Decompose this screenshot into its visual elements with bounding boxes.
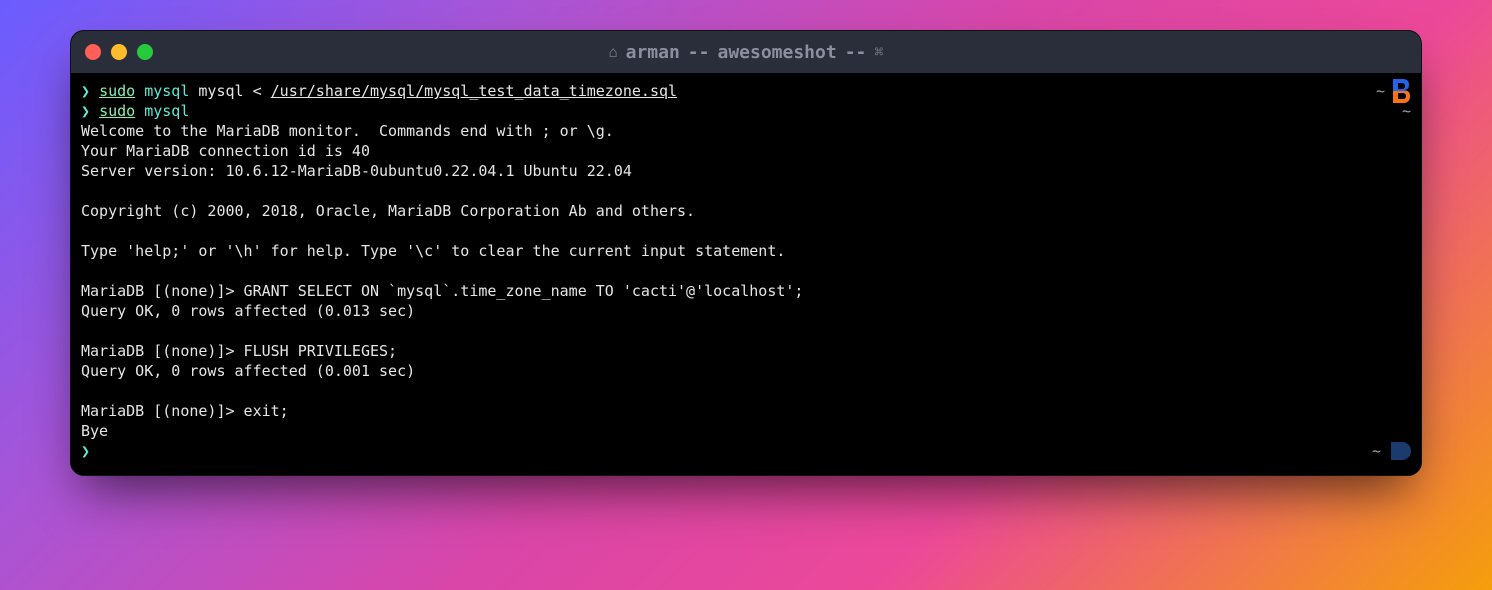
gutter-tilde: ~ (1372, 441, 1381, 461)
title-app: awesomeshot (717, 42, 836, 63)
maximize-button[interactable] (137, 44, 153, 60)
status-icon (1391, 442, 1411, 460)
blank-line (81, 221, 1411, 241)
window-title: ⌂ arman -- awesomeshot -- ⌘ (71, 42, 1421, 63)
traffic-lights (85, 44, 153, 60)
output-line: Query OK, 0 rows affected (0.013 sec) (81, 301, 1411, 321)
mysql-cmd: mysql (144, 102, 189, 120)
bottom-gutter: ~ (1372, 441, 1411, 461)
output-line: Type 'help;' or '\h' for help. Type '\c'… (81, 241, 1411, 261)
output-line: MariaDB [(none)]> GRANT SELECT ON `mysql… (81, 281, 1411, 301)
command-line: ❯ sudo mysql (81, 101, 1411, 121)
redirect: < (253, 82, 262, 100)
minimize-button[interactable] (111, 44, 127, 60)
prompt-line[interactable]: ❯ (81, 441, 1411, 461)
terminal-window: ⌂ arman -- awesomeshot -- ⌘ ~ ~ ❯ sudo m… (70, 30, 1422, 476)
gutter-tilde: ~ (1376, 81, 1385, 101)
prompt-caret: ❯ (81, 82, 90, 100)
blank-line (81, 321, 1411, 341)
output-line: Server version: 10.6.12-MariaDB-0ubuntu0… (81, 161, 1411, 181)
arg: mysql (198, 82, 243, 100)
command-line: ❯ sudo mysql mysql < /usr/share/mysql/my… (81, 81, 1411, 101)
close-button[interactable] (85, 44, 101, 60)
output-line: Query OK, 0 rows affected (0.001 sec) (81, 361, 1411, 381)
output-line: Your MariaDB connection id is 40 (81, 141, 1411, 161)
titlebar: ⌂ arman -- awesomeshot -- ⌘ (71, 31, 1421, 73)
mysql-cmd: mysql (144, 82, 189, 100)
prompt-caret: ❯ (81, 102, 90, 120)
title-sep: -- (688, 42, 710, 63)
output-line: Bye (81, 421, 1411, 441)
blank-line (81, 181, 1411, 201)
file-path: /usr/share/mysql/mysql_test_data_timezon… (271, 82, 677, 100)
sudo-cmd: sudo (99, 82, 135, 100)
home-icon: ⌂ (609, 43, 618, 61)
output-line: MariaDB [(none)]> exit; (81, 401, 1411, 421)
command-icon: ⌘ (874, 43, 883, 61)
blank-line (81, 381, 1411, 401)
gutter-tilde: ~ (1376, 101, 1411, 121)
prompt-caret: ❯ (81, 442, 90, 460)
title-sep: -- (845, 42, 867, 63)
output-line: Copyright (c) 2000, 2018, Oracle, MariaD… (81, 201, 1411, 221)
file-type-icon (1391, 79, 1411, 103)
right-gutter: ~ ~ (1376, 81, 1411, 121)
sudo-cmd: sudo (99, 102, 135, 120)
output-line: Welcome to the MariaDB monitor. Commands… (81, 121, 1411, 141)
terminal-body[interactable]: ~ ~ ❯ sudo mysql mysql < /usr/share/mysq… (71, 73, 1421, 475)
output-line: MariaDB [(none)]> FLUSH PRIVILEGES; (81, 341, 1411, 361)
title-user: arman (626, 42, 680, 63)
blank-line (81, 261, 1411, 281)
